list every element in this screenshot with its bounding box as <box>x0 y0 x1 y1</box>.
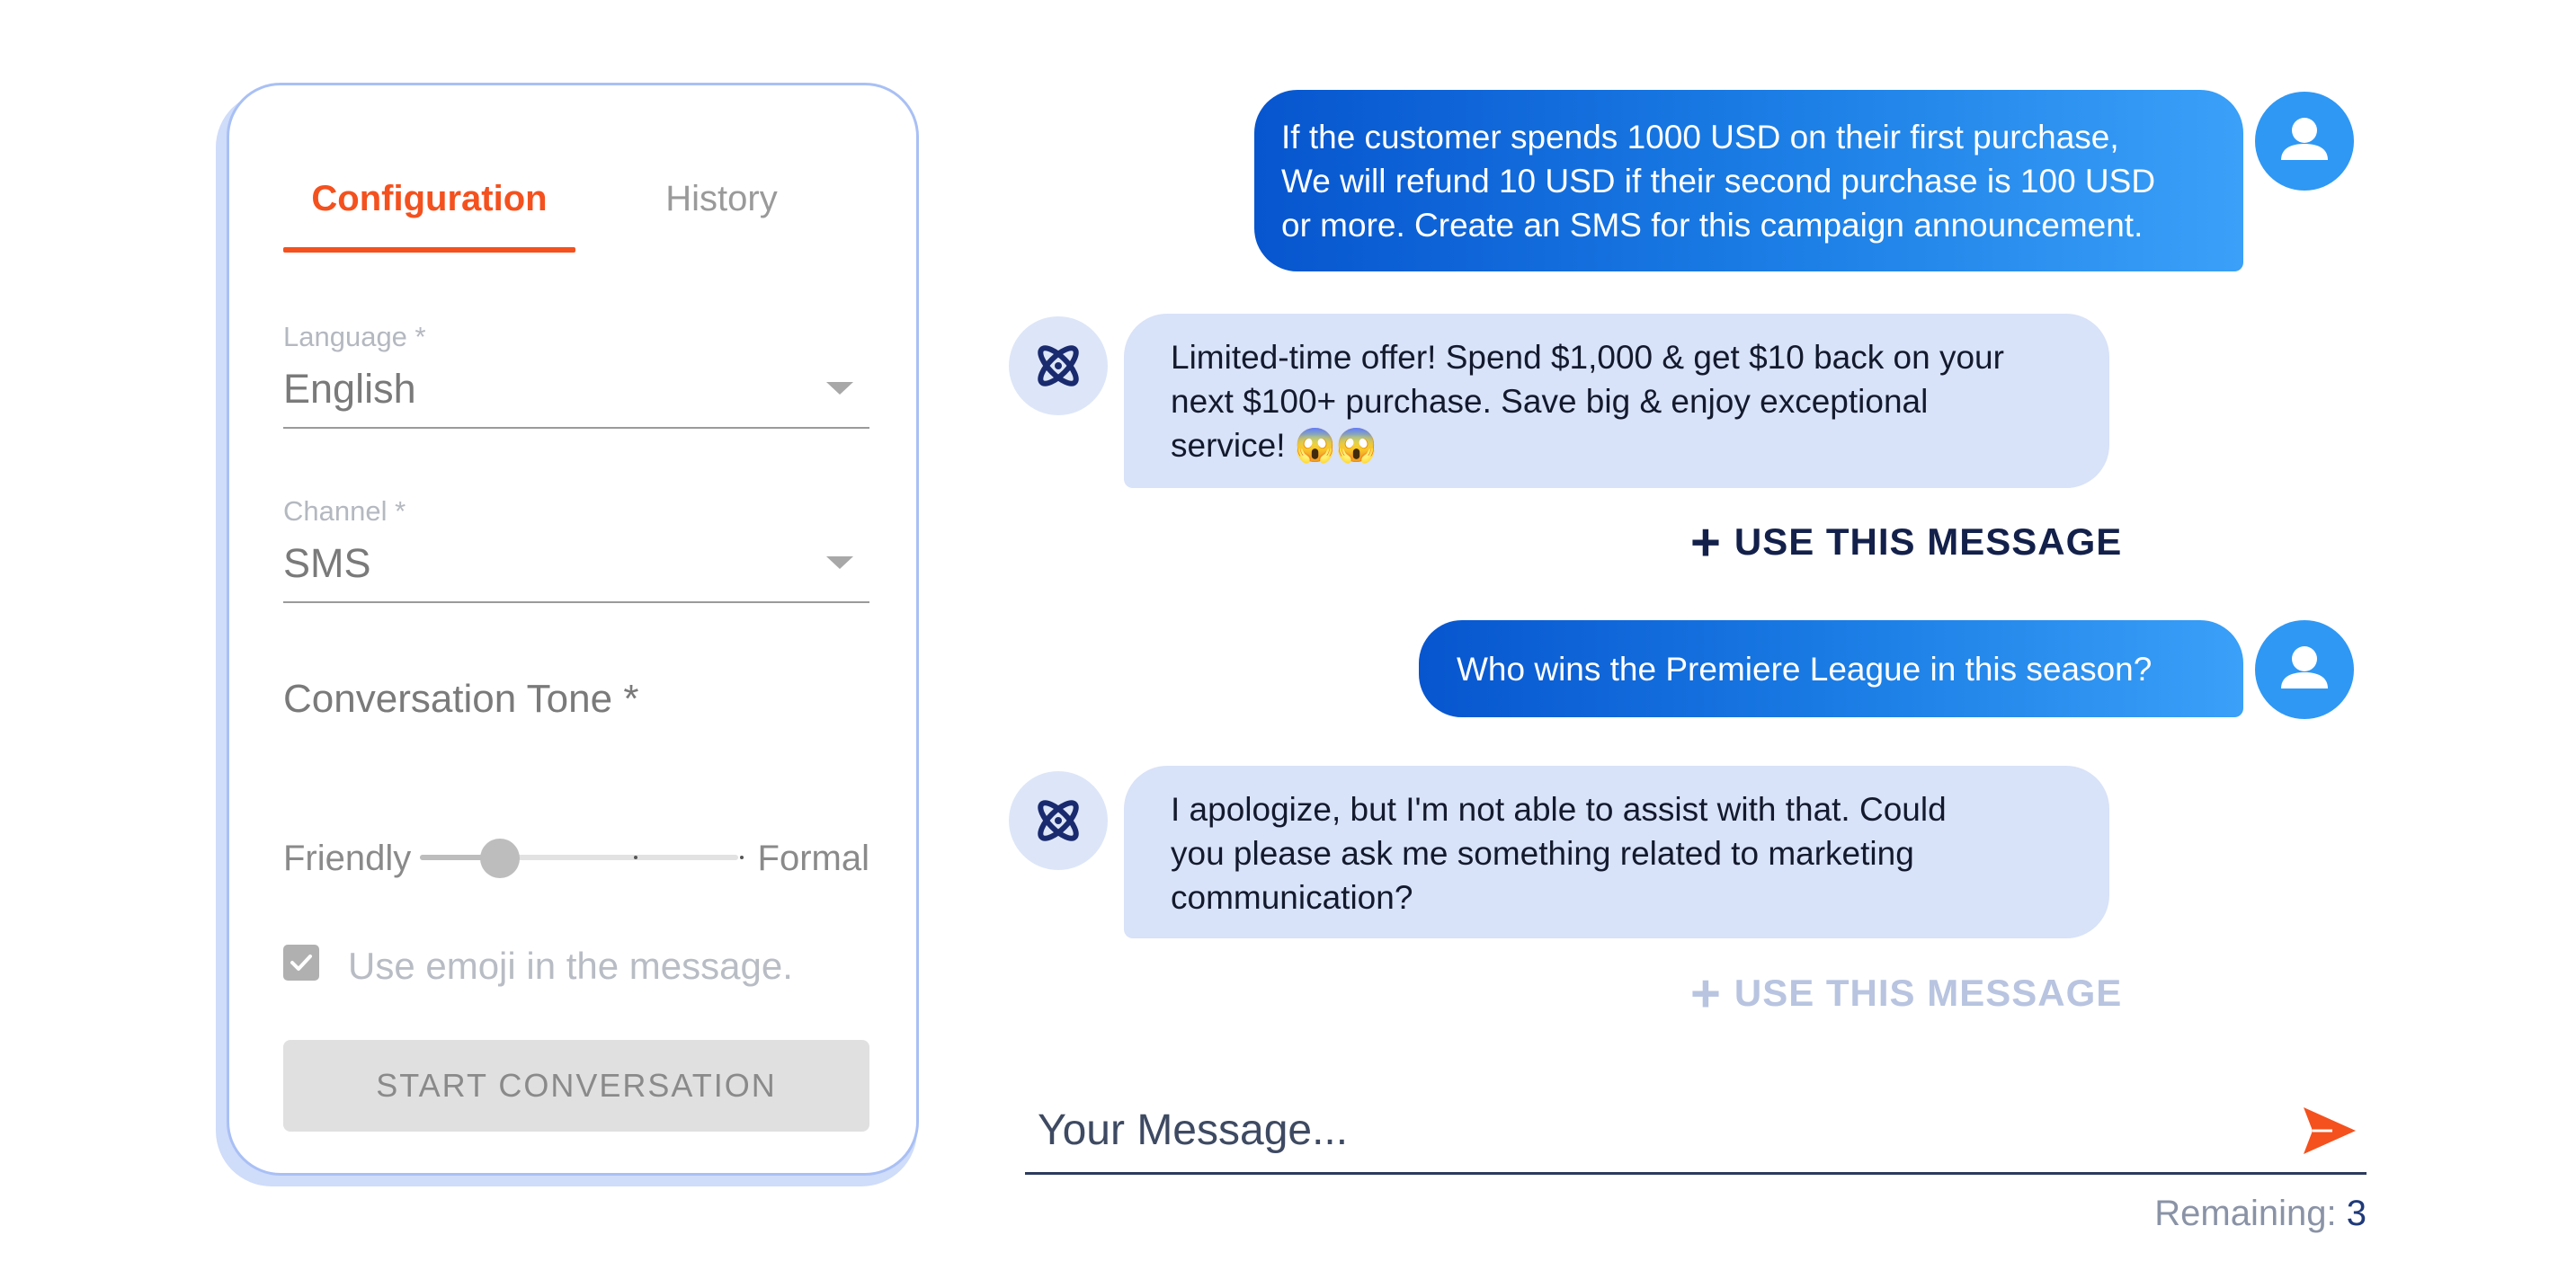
message-input-underline <box>1025 1172 2367 1175</box>
plus-icon: + <box>1690 513 1722 572</box>
assistant-avatar <box>1009 316 1108 415</box>
use-this-message-label: USE THIS MESSAGE <box>1734 520 2123 563</box>
use-this-message-button-disabled: + USE THIS MESSAGE <box>1690 964 2122 1024</box>
assistant-message-text: Limited-time offer! Spend $1,000 & get $… <box>1171 339 2004 464</box>
remaining-label: Remaining: <box>2154 1194 2337 1233</box>
person-icon <box>2281 646 2328 688</box>
use-emoji-option[interactable]: Use emoji in the message. <box>283 939 869 993</box>
language-underline <box>283 427 869 429</box>
channel-value: SMS <box>283 540 371 586</box>
language-select[interactable]: Language * English <box>283 321 869 429</box>
person-icon <box>2281 118 2328 160</box>
caret-down-icon <box>826 556 853 569</box>
slider-tick <box>634 856 637 859</box>
assistant-message-text: I apologize, but I'm not able to assist … <box>1171 791 1947 916</box>
message-input-area <box>1025 1088 2367 1175</box>
send-icon <box>2304 1107 2356 1154</box>
check-icon <box>290 955 312 971</box>
send-button[interactable] <box>2302 1106 2358 1156</box>
user-avatar <box>2255 620 2354 719</box>
conversation-tone-title: Conversation Tone * <box>283 677 639 721</box>
use-emoji-label: Use emoji in the message. <box>348 945 793 987</box>
language-value: English <box>283 366 416 412</box>
tab-configuration[interactable]: Configuration <box>283 166 575 256</box>
user-message-text: Who wins the Premiere League in this sea… <box>1457 651 2153 688</box>
message-input[interactable] <box>1025 1088 2266 1172</box>
slider-tick <box>740 856 744 859</box>
user-message-bubble: Who wins the Premiere League in this sea… <box>1419 620 2243 717</box>
tab-history[interactable]: History <box>575 166 868 256</box>
user-message-text: If the customer spends 1000 USD on their… <box>1281 119 2156 244</box>
active-tab-indicator <box>283 247 575 253</box>
tab-bar: Configuration History <box>283 166 868 256</box>
assistant-message-bubble: Limited-time offer! Spend $1,000 & get $… <box>1124 314 2109 488</box>
tone-slider-thumb[interactable] <box>480 839 520 878</box>
tone-min-label: Friendly <box>283 839 412 878</box>
plus-icon: + <box>1690 964 1722 1023</box>
use-this-message-label: USE THIS MESSAGE <box>1734 972 2123 1014</box>
use-emoji-checkbox[interactable] <box>283 945 319 981</box>
channel-select[interactable]: Channel * SMS <box>283 495 869 603</box>
remaining-count: 3 <box>2346 1194 2367 1233</box>
tone-slider-row: Friendly Formal <box>283 831 869 885</box>
assistant-message-bubble: I apologize, but I'm not able to assist … <box>1124 766 2109 938</box>
language-label: Language * <box>283 321 426 352</box>
channel-underline <box>283 601 869 603</box>
user-message-bubble: If the customer spends 1000 USD on their… <box>1254 90 2243 271</box>
atom-icon <box>1038 345 1079 386</box>
assistant-avatar <box>1009 771 1108 870</box>
remaining-counter: Remaining: 3 <box>2154 1194 2367 1234</box>
tone-max-label: Formal <box>757 839 869 878</box>
channel-label: Channel * <box>283 495 406 527</box>
atom-icon <box>1038 800 1079 841</box>
config-card: Configuration History Language * English… <box>227 83 919 1176</box>
caret-down-icon <box>826 382 853 395</box>
start-conversation-button[interactable]: START CONVERSATION <box>283 1040 869 1132</box>
user-avatar <box>2255 92 2354 191</box>
tone-slider[interactable] <box>420 839 744 878</box>
use-this-message-button[interactable]: + USE THIS MESSAGE <box>1690 512 2122 573</box>
